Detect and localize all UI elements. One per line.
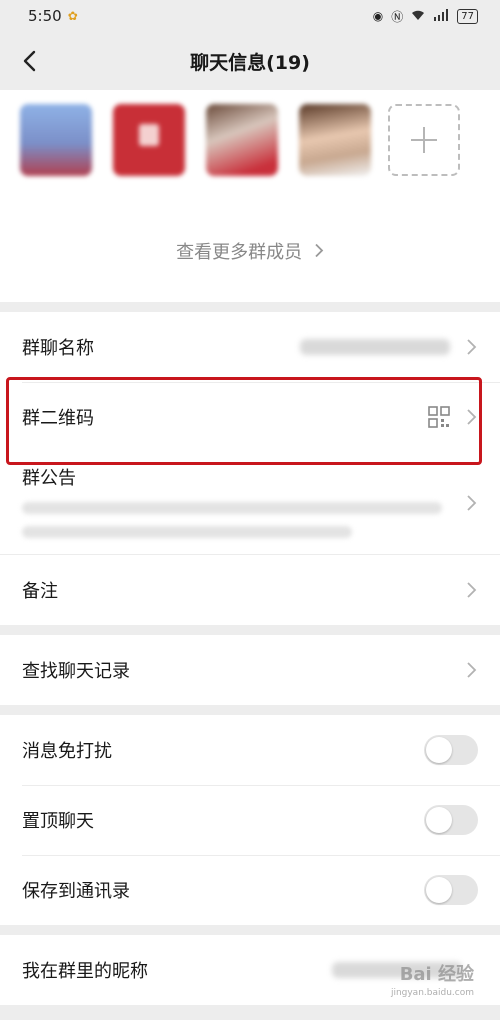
watermark-brand: Bai 经验 bbox=[399, 964, 474, 985]
wifi-icon bbox=[411, 9, 425, 24]
chevron-left-icon bbox=[23, 50, 36, 72]
member-avatar[interactable] bbox=[113, 104, 185, 176]
signal-icon bbox=[433, 8, 449, 24]
section-divider bbox=[0, 302, 500, 312]
chevron-right-icon bbox=[467, 662, 477, 678]
section-divider bbox=[0, 625, 500, 635]
pin-chat-row: 置顶聊天 bbox=[0, 785, 500, 855]
group-name-value bbox=[300, 339, 450, 355]
back-button[interactable] bbox=[14, 46, 44, 76]
announcement-text-blurred bbox=[22, 502, 442, 514]
page-title: 聊天信息(19) bbox=[190, 51, 310, 74]
member-avatar[interactable] bbox=[206, 104, 278, 176]
group-announcement-row[interactable]: 群公告 bbox=[0, 452, 500, 554]
chevron-right-icon bbox=[467, 495, 477, 511]
chevron-right-icon bbox=[467, 339, 477, 355]
member-avatars bbox=[0, 90, 500, 176]
group-info-section: 群聊名称 群二维码 群公告 备注 bbox=[0, 312, 500, 625]
members-panel: 查看更多群成员 bbox=[0, 90, 500, 302]
status-time: 5:50 bbox=[28, 7, 62, 25]
announcement-content: 群公告 bbox=[22, 452, 466, 554]
chevron-right-icon bbox=[467, 409, 477, 425]
section-divider bbox=[0, 925, 500, 935]
view-more-members-link[interactable]: 查看更多群成员 bbox=[0, 238, 500, 264]
save-to-contacts-toggle[interactable] bbox=[424, 875, 478, 905]
mute-toggle[interactable] bbox=[424, 735, 478, 765]
mute-label: 消息免打扰 bbox=[22, 741, 112, 762]
chevron-right-icon bbox=[308, 242, 324, 263]
search-history-label: 查找聊天记录 bbox=[22, 661, 130, 682]
toggles-section: 消息免打扰 置顶聊天 保存到通讯录 bbox=[0, 715, 500, 925]
announcement-text-blurred bbox=[22, 526, 352, 538]
my-nickname-label: 我在群里的昵称 bbox=[22, 961, 148, 982]
group-qr-code-row[interactable]: 群二维码 bbox=[0, 382, 500, 452]
notification-icon: ✿ bbox=[67, 9, 78, 23]
remark-row[interactable]: 备注 bbox=[0, 554, 500, 625]
watermark-url: jingyan.baidu.com bbox=[390, 988, 474, 998]
plus-icon bbox=[411, 127, 437, 153]
search-section: 查找聊天记录 bbox=[0, 635, 500, 705]
save-to-contacts-label: 保存到通讯录 bbox=[22, 881, 130, 902]
qr-code-icon bbox=[428, 406, 450, 428]
group-announcement-label: 群公告 bbox=[22, 468, 76, 489]
pin-chat-label: 置顶聊天 bbox=[22, 811, 94, 832]
view-more-members-label: 查看更多群成员 bbox=[176, 242, 303, 263]
watermark: Bai 经验 jingyan.baidu.com bbox=[391, 966, 474, 1002]
search-history-row[interactable]: 查找聊天记录 bbox=[0, 635, 500, 705]
chevron-right-icon bbox=[467, 582, 477, 598]
group-name-row[interactable]: 群聊名称 bbox=[0, 312, 500, 382]
nfc-icon: Ⓝ bbox=[391, 9, 404, 24]
group-name-label: 群聊名称 bbox=[22, 338, 94, 359]
mute-row: 消息免打扰 bbox=[0, 715, 500, 785]
member-avatar[interactable] bbox=[299, 104, 371, 176]
eye-icon: ◉ bbox=[372, 9, 384, 23]
save-to-contacts-row: 保存到通讯录 bbox=[0, 855, 500, 925]
add-member-button[interactable] bbox=[388, 104, 460, 176]
nav-bar: 聊天信息(19) bbox=[0, 32, 500, 90]
battery-icon: 77 bbox=[457, 8, 478, 24]
group-qr-code-label: 群二维码 bbox=[22, 408, 94, 429]
pin-chat-toggle[interactable] bbox=[424, 805, 478, 835]
status-bar: 5:50 ✿ ◉ Ⓝ 77 bbox=[0, 0, 500, 32]
remark-label: 备注 bbox=[22, 581, 58, 602]
section-divider bbox=[0, 705, 500, 715]
member-avatar[interactable] bbox=[20, 104, 92, 176]
